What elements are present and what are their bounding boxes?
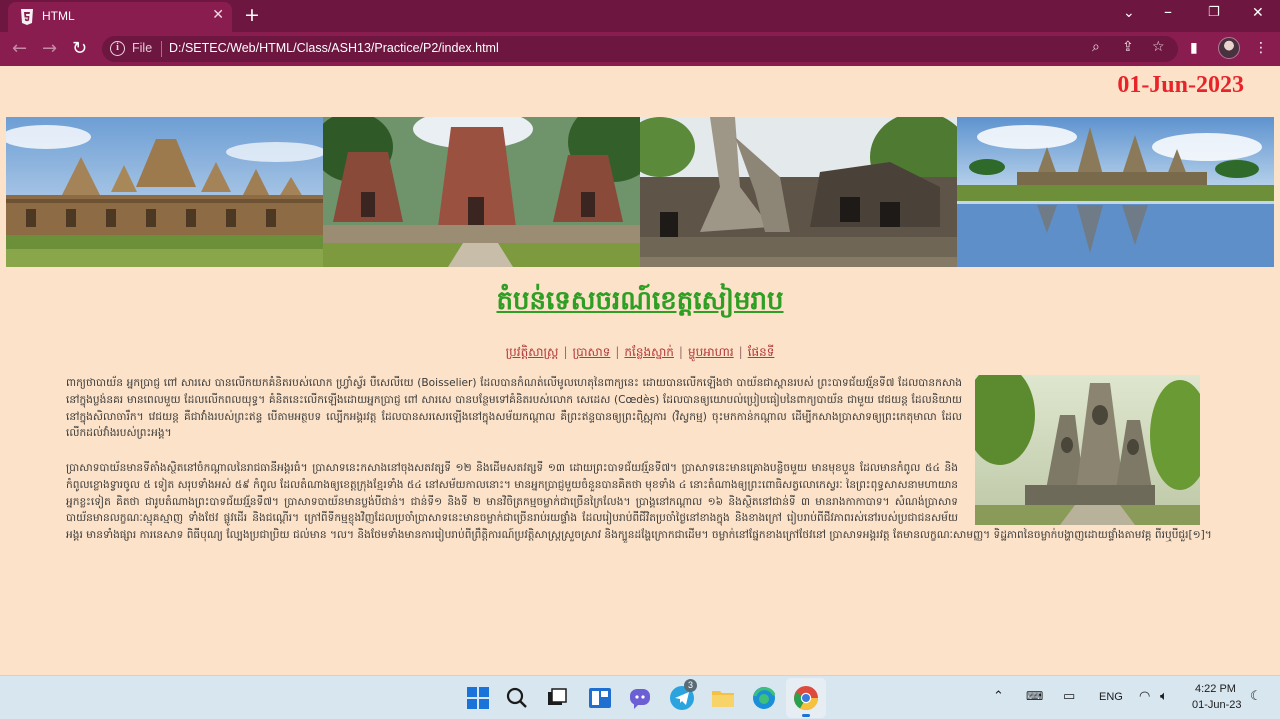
nav-link-accommodation[interactable]: កន្លែងស្នាក់ bbox=[624, 345, 674, 359]
paragraph-bayon-description: ប្រាសាទបាយ័នមានទីតាំងស្ថិតនៅចំកណ្តាលនៃរា… bbox=[66, 460, 1216, 544]
clock-time[interactable]: 4:22 PM bbox=[1195, 683, 1236, 695]
restore-icon[interactable]: ❐ bbox=[1208, 5, 1220, 20]
nav-separator: | bbox=[678, 345, 683, 359]
browser-toolbar: ← → ↻ i File D:/SETEC/Web/HTML/Class/ASH… bbox=[0, 32, 1280, 66]
chrome-icon bbox=[794, 686, 818, 711]
show-hidden-icons-chevron-icon[interactable]: ⌃ bbox=[993, 689, 1004, 704]
new-tab-icon[interactable]: + bbox=[244, 4, 260, 26]
site-info-icon[interactable]: i bbox=[110, 41, 125, 56]
banner-image-ta-prohm bbox=[640, 117, 957, 267]
file-explorer-icon[interactable] bbox=[709, 684, 737, 712]
minimize-icon[interactable]: – bbox=[1164, 2, 1172, 21]
task-view-icon[interactable] bbox=[543, 684, 571, 712]
url-text[interactable]: D:/SETEC/Web/HTML/Class/ASH13/Practice/P… bbox=[169, 41, 499, 55]
nav-link-food[interactable]: ម្ហូបអាហារ bbox=[688, 345, 734, 359]
muted-speaker-icon[interactable]: 🔈︎ bbox=[1160, 689, 1168, 704]
browser-tab[interactable]: HTML ✕ bbox=[8, 2, 232, 32]
touchpad-icon[interactable]: ▭ bbox=[1063, 689, 1075, 704]
close-window-icon[interactable]: ✕ bbox=[1252, 5, 1264, 21]
side-panel-icon[interactable]: ▮ bbox=[1190, 40, 1198, 56]
widgets-icon[interactable] bbox=[586, 684, 614, 712]
chrome-app-active[interactable] bbox=[786, 678, 826, 718]
banner-image-angkor-wat bbox=[957, 117, 1274, 267]
tab-search-chevron-icon[interactable]: ⌄ bbox=[1123, 5, 1135, 21]
banner-gallery bbox=[6, 117, 1274, 267]
tab-close-icon[interactable]: ✕ bbox=[212, 7, 224, 23]
nav-separator: | bbox=[615, 345, 620, 359]
nav-separator: | bbox=[563, 345, 568, 359]
telegram-app[interactable]: 3 bbox=[668, 679, 697, 712]
nav-link-temples[interactable]: ប្រាសាទ bbox=[573, 345, 611, 359]
banner-image-bayon bbox=[6, 117, 323, 267]
back-icon[interactable]: ← bbox=[12, 38, 27, 59]
html5-icon bbox=[21, 9, 33, 25]
forward-icon[interactable]: → bbox=[42, 38, 57, 59]
notification-moon-icon[interactable]: ☾ bbox=[1250, 689, 1262, 704]
windows-taskbar: 3 ⌃ ⌨ ▭ ENG ◠ 🔈︎ 4:22 PM 01-Jun-23 ☾ bbox=[0, 675, 1280, 719]
menu-kebab-icon[interactable]: ⋮ bbox=[1254, 40, 1268, 56]
language-indicator[interactable]: ENG bbox=[1099, 691, 1123, 703]
clock-date[interactable]: 01-Jun-23 bbox=[1192, 699, 1242, 711]
zoom-icon[interactable]: ⌕ bbox=[1092, 39, 1100, 55]
teams-chat-icon[interactable] bbox=[626, 684, 654, 712]
nav-link-map[interactable]: ផែនទី bbox=[748, 345, 775, 359]
bookmark-star-icon[interactable]: ☆ bbox=[1152, 39, 1165, 55]
edge-icon[interactable] bbox=[750, 684, 778, 712]
keyboard-icon[interactable]: ⌨ bbox=[1026, 689, 1043, 703]
banner-image-brick-towers bbox=[323, 117, 640, 267]
share-icon[interactable]: ⇪ bbox=[1122, 39, 1134, 55]
address-bar[interactable]: i File D:/SETEC/Web/HTML/Class/ASH13/Pra… bbox=[102, 36, 1178, 62]
notification-badge: 3 bbox=[684, 679, 697, 692]
page-date: 01-Jun-2023 bbox=[1117, 72, 1244, 98]
page-title: តំបន់ទេសចរណ៍ខេត្តសៀមរាប bbox=[496, 286, 784, 316]
search-icon[interactable] bbox=[503, 684, 531, 712]
nav-separator: | bbox=[738, 345, 743, 359]
profile-avatar[interactable] bbox=[1218, 37, 1240, 59]
tab-title: HTML bbox=[42, 9, 75, 23]
file-label: File bbox=[132, 41, 153, 55]
float-spacer bbox=[958, 460, 1216, 526]
start-windows-icon[interactable] bbox=[464, 684, 492, 712]
wifi-icon[interactable]: ◠ bbox=[1139, 689, 1150, 704]
paragraph-bayon-name: ពាក្យថាបាយ័ន អ្នកប្រាជ្ញ ពៅ សារសេ បានលើក… bbox=[66, 377, 962, 440]
omnibox-separator bbox=[161, 41, 162, 57]
tab-strip: HTML ✕ + ⌄ – ❐ ✕ bbox=[0, 0, 1280, 32]
nav-link-history[interactable]: ប្រវត្តិសាស្ត្រ bbox=[506, 345, 559, 359]
main-nav: ប្រវត្តិសាស្ត្រ | ប្រាសាទ | កន្លែងស្នាក់ | ម្ហ… bbox=[0, 344, 1280, 362]
reload-icon[interactable]: ↻ bbox=[72, 38, 87, 59]
